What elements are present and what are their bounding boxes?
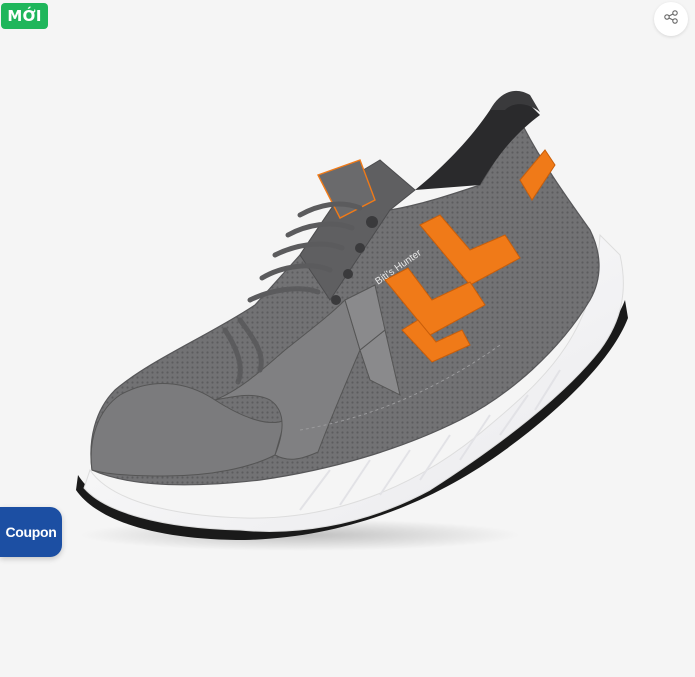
coupon-button[interactable]: Coupon — [0, 507, 62, 557]
product-gallery: Biti's Hunter MỚI Coupon — [0, 0, 695, 677]
coupon-button-label: Coupon — [5, 524, 57, 540]
new-badge: MỚI — [1, 3, 48, 29]
new-badge-label: MỚI — [7, 7, 42, 25]
share-icon — [663, 9, 679, 30]
share-button[interactable] — [654, 2, 688, 36]
product-image-sneaker[interactable]: Biti's Hunter — [0, 0, 695, 677]
